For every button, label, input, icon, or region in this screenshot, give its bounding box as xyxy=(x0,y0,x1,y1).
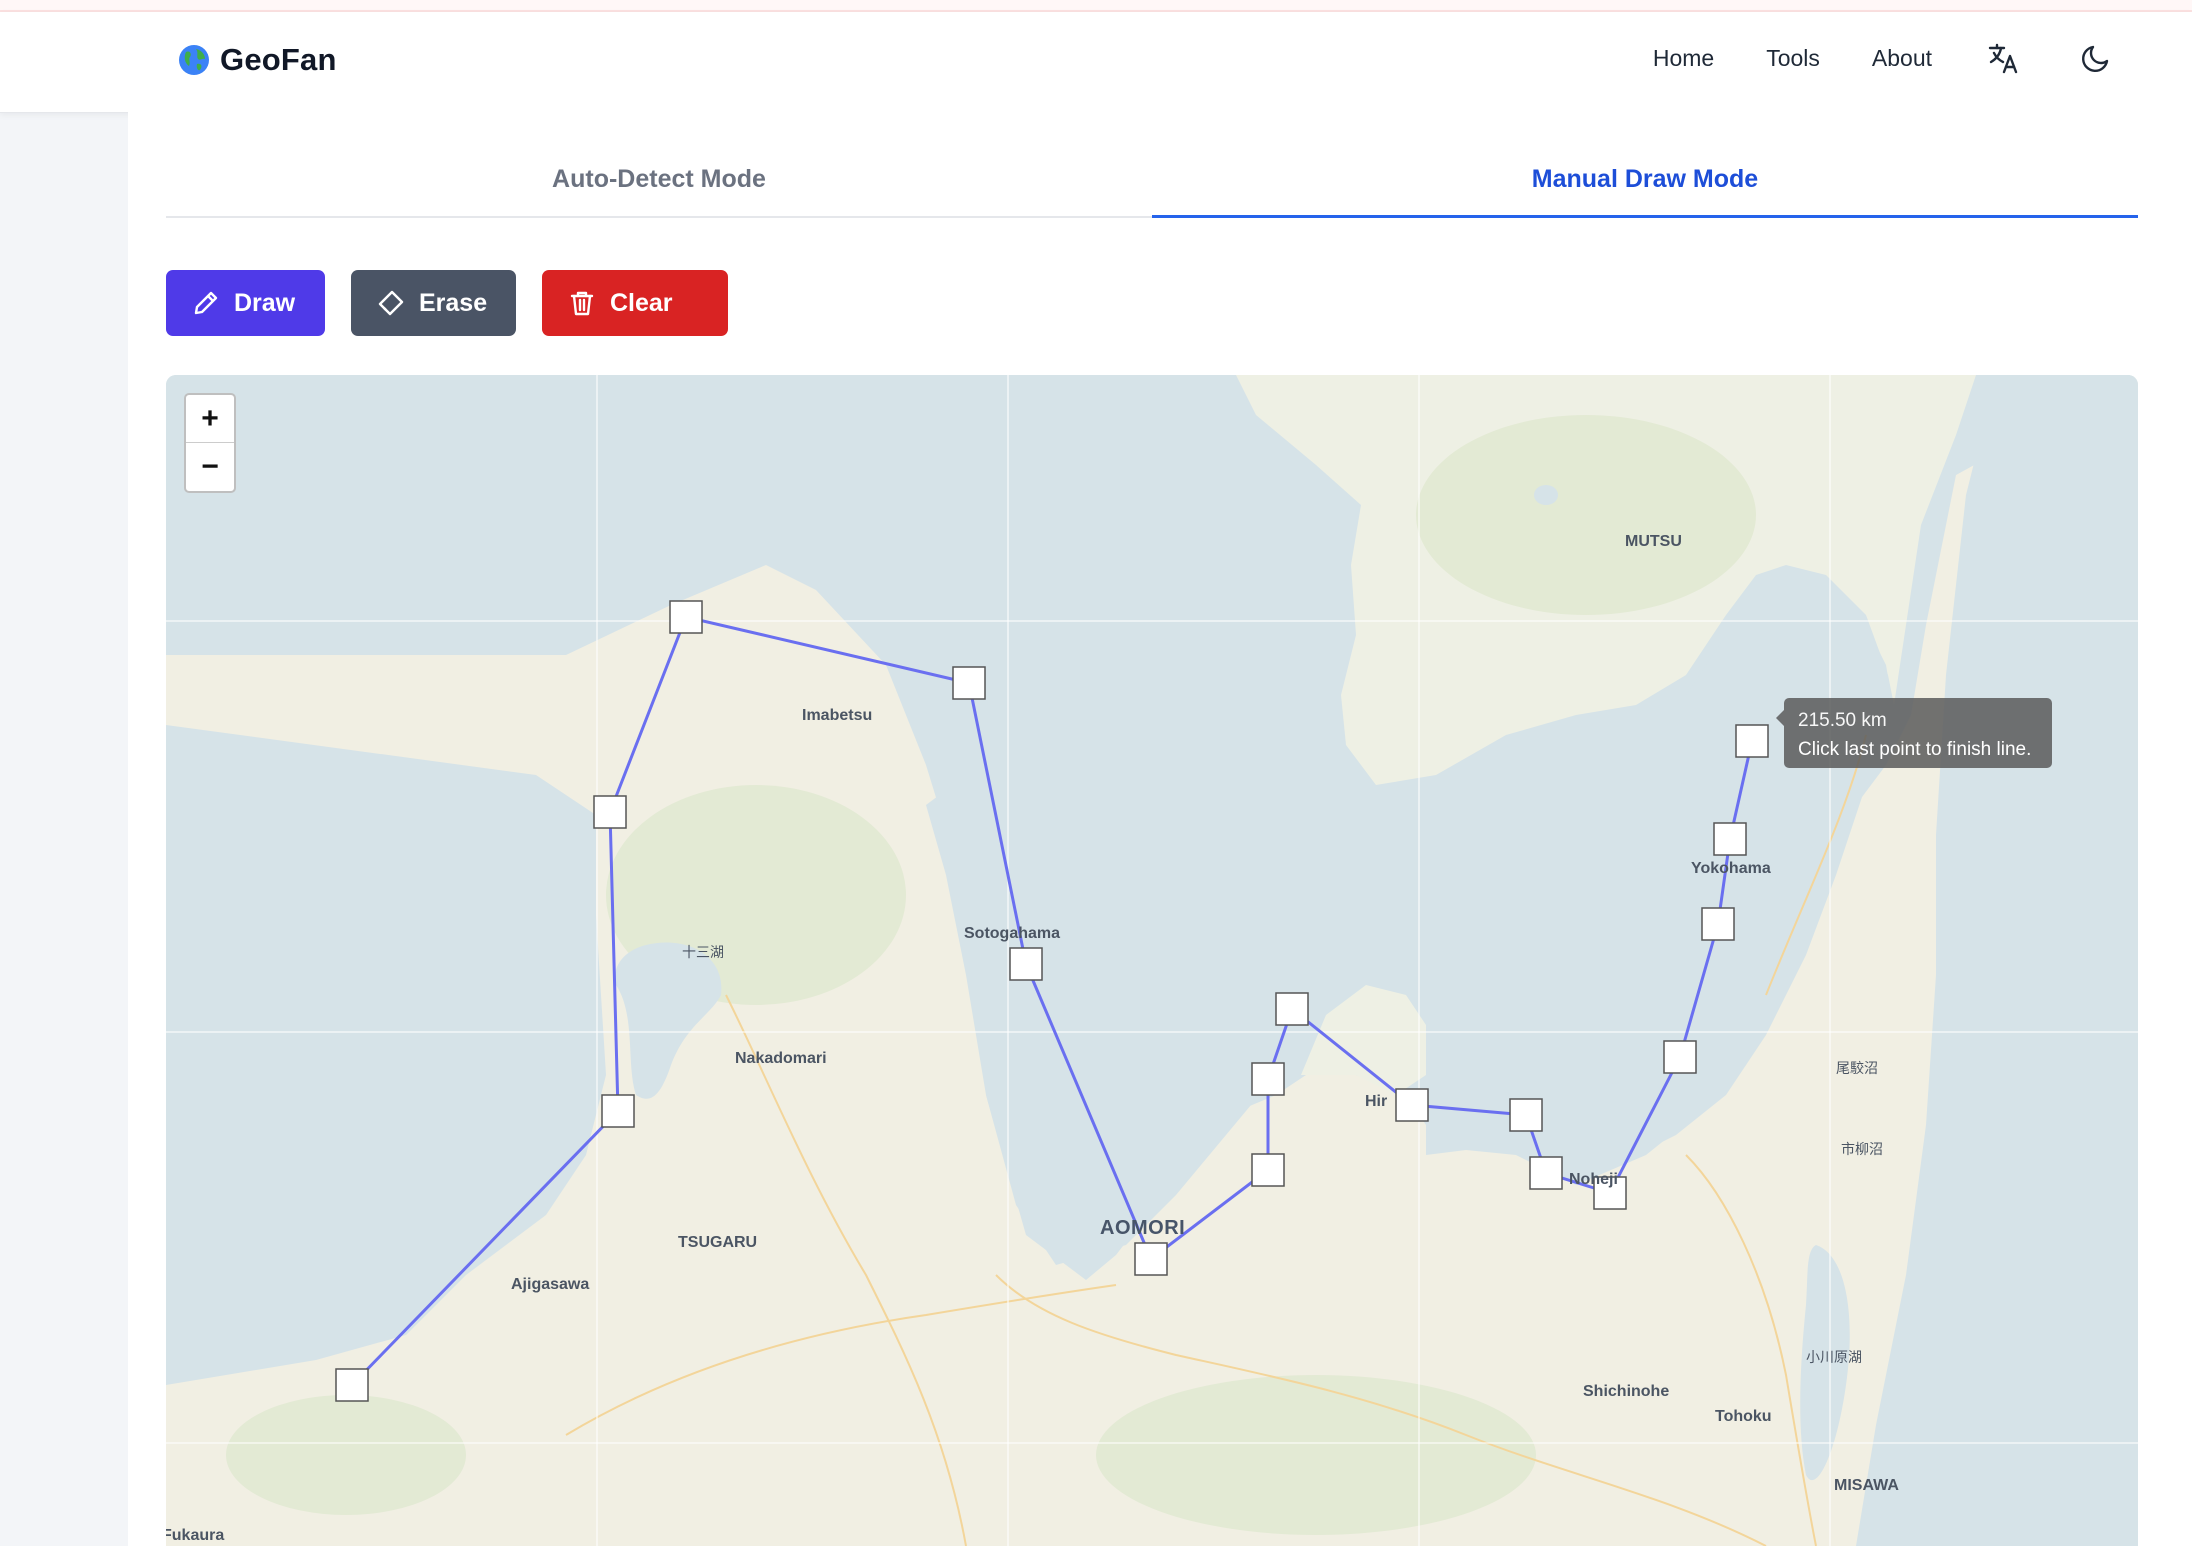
vertex-handle[interactable] xyxy=(1735,724,1769,758)
zoom-out-button[interactable]: − xyxy=(186,443,234,490)
map-canvas[interactable]: MUTSU Imabetsu Yokohama Sotogahama 十三湖 N… xyxy=(166,375,2138,1546)
map-label-mutsu: MUTSU xyxy=(1625,533,1682,550)
vertex-handle[interactable] xyxy=(669,600,703,634)
route-layer[interactable] xyxy=(166,375,2138,1546)
draw-toolbar: Draw Erase Clear xyxy=(166,270,728,336)
vertex-handle[interactable] xyxy=(1395,1088,1429,1122)
map-label-noheji: Noheji xyxy=(1569,1171,1618,1188)
map-label-jusanko: 十三湖 xyxy=(682,944,724,960)
nav-about-link[interactable]: About xyxy=(1872,45,1932,72)
vertex-handle[interactable] xyxy=(1701,907,1735,941)
map-label-fukaura: Fukaura xyxy=(166,1527,225,1544)
map-label-tohoku: Tohoku xyxy=(1715,1408,1772,1425)
tab-auto-detect[interactable]: Auto-Detect Mode xyxy=(166,156,1152,216)
map-label-ajigasawa: Ajigasawa xyxy=(511,1276,590,1293)
top-accent-bar xyxy=(0,0,2192,12)
erase-button[interactable]: Erase xyxy=(351,270,516,336)
map-label-yokohama: Yokohama xyxy=(1691,860,1771,877)
vertex-handle[interactable] xyxy=(1509,1098,1543,1132)
vertex-handle[interactable] xyxy=(601,1094,635,1128)
clear-button-label: Clear xyxy=(610,288,673,317)
vertex-handle[interactable] xyxy=(1251,1062,1285,1096)
nav-tools-link[interactable]: Tools xyxy=(1766,45,1820,72)
map-label-misawa: MISAWA xyxy=(1834,1477,1899,1494)
tab-manual-draw[interactable]: Manual Draw Mode xyxy=(1152,156,2138,218)
pencil-icon xyxy=(194,291,218,315)
vertex-handle[interactable] xyxy=(593,795,627,829)
vertex-handle[interactable] xyxy=(1529,1156,1563,1190)
mode-tabs: Auto-Detect Mode Manual Draw Mode xyxy=(166,156,2138,218)
map-label-sotogahama: Sotogahama xyxy=(964,925,1061,942)
dark-mode-moon-icon[interactable] xyxy=(2076,38,2116,78)
map-label-nakadomari: Nakadomari xyxy=(735,1050,827,1067)
draw-button-label: Draw xyxy=(234,288,296,317)
tooltip-hint: Click last point to finish line. xyxy=(1798,739,2032,760)
vertex-handle[interactable] xyxy=(1009,947,1043,981)
vertex-handle[interactable] xyxy=(1251,1153,1285,1187)
map-label-imabetsu: Imabetsu xyxy=(802,707,873,724)
trash-icon xyxy=(570,291,594,316)
map-label-aomori: AOMORI xyxy=(1100,1217,1186,1239)
map-label-shichinohe: Shichinohe xyxy=(1583,1383,1670,1400)
draw-button[interactable]: Draw xyxy=(166,270,325,336)
brand-name: GeoFan xyxy=(220,42,337,77)
clear-button[interactable]: Clear xyxy=(542,270,728,336)
tooltip-distance: 215.50 km xyxy=(1798,710,1887,731)
brand[interactable]: GeoFan xyxy=(178,42,337,78)
zoom-in-button[interactable]: + xyxy=(186,395,234,443)
map-label-ogawara: 小川原湖 xyxy=(1806,1349,1862,1365)
vertex-handle[interactable] xyxy=(1275,992,1309,1026)
measure-tooltip: 215.50 km Click last point to finish lin… xyxy=(1776,698,2052,768)
map-label-tsugaru: TSUGARU xyxy=(678,1234,758,1251)
vertex-handle[interactable] xyxy=(952,666,986,700)
eraser-icon xyxy=(378,290,404,316)
erase-button-label: Erase xyxy=(419,288,488,317)
main-card: Auto-Detect Mode Manual Draw Mode Draw E… xyxy=(128,112,2192,1546)
vertex-handle[interactable] xyxy=(1713,822,1747,856)
map-label-ichiyanagi: 市柳沼 xyxy=(1841,1141,1883,1157)
nav-home-link[interactable]: Home xyxy=(1653,45,1714,72)
nav-links: Home Tools About xyxy=(1601,38,2116,78)
vertex-handle[interactable] xyxy=(1134,1242,1168,1276)
navbar: GeoFan Home Tools About xyxy=(0,12,2192,113)
zoom-control: + − xyxy=(184,393,236,493)
vertex-handle[interactable] xyxy=(335,1368,369,1402)
map-label-obuchinuma: 尾駮沼 xyxy=(1836,1060,1878,1076)
translate-icon[interactable] xyxy=(1984,38,2024,78)
vertex-handle[interactable] xyxy=(1663,1040,1697,1074)
map-label-hiranai: Hir xyxy=(1365,1093,1388,1110)
route-polyline[interactable] xyxy=(350,615,1754,1387)
globe-icon xyxy=(179,45,209,75)
